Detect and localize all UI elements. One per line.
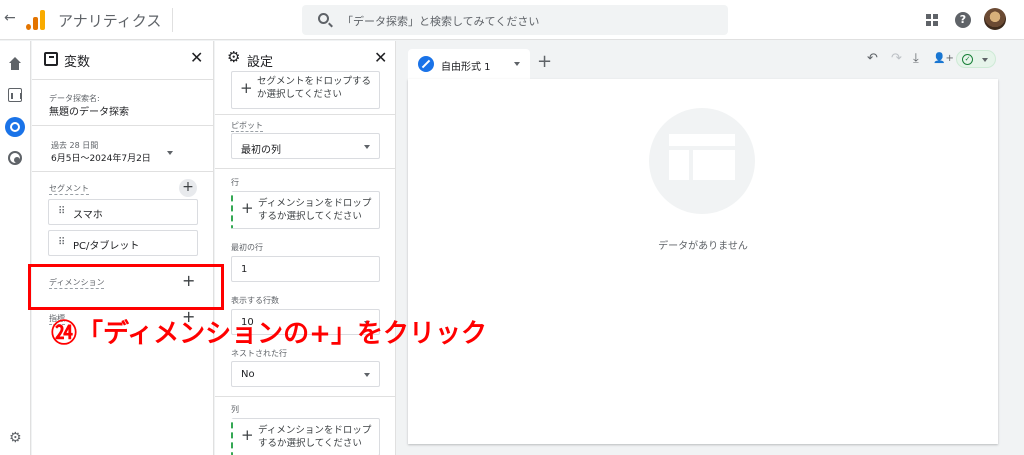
segment-chip[interactable]: ⠿ スマホ	[48, 199, 198, 225]
canvas-area: 自由形式 1 + ↶ ↷ ⤓ 👤+ ✓ データがありません	[397, 41, 1024, 455]
drop-zone-text: ディメンションをドロップするか選択してください	[258, 425, 372, 449]
back-arrow-icon[interactable]: ←	[4, 10, 16, 26]
help-icon[interactable]: ?	[955, 12, 971, 28]
advertising-icon[interactable]	[8, 151, 22, 165]
variables-title: 変数	[64, 55, 91, 70]
columns-drop-zone[interactable]: + ディメンションをドロップするか選択してください	[231, 418, 380, 455]
close-icon[interactable]: ✕	[190, 50, 203, 66]
variables-icon	[44, 52, 58, 66]
tab-freeform-1[interactable]: 自由形式 1	[408, 49, 530, 79]
nested-rows-value: No	[241, 369, 255, 380]
add-tab-button[interactable]: +	[537, 53, 552, 71]
date-range-value: 6月5日～2024年7月2日	[51, 154, 151, 164]
pivot-value: 最初の列	[241, 145, 281, 156]
drop-zone-text: セグメントをドロップするか選択してください	[257, 76, 372, 100]
pencil-icon[interactable]	[418, 56, 434, 72]
tab-label: 自由形式 1	[441, 62, 491, 73]
divider	[215, 114, 396, 115]
rows-label: 行	[231, 178, 239, 187]
chevron-down-icon	[982, 58, 988, 62]
columns-label: 列	[231, 405, 239, 414]
undo-icon[interactable]: ↶	[867, 52, 878, 66]
divider	[215, 168, 396, 169]
first-row-value: 1	[241, 264, 248, 275]
reports-icon[interactable]	[8, 88, 22, 102]
drop-zone-text: ディメンションをドロップするか選択してください	[258, 198, 372, 222]
left-nav: ⚙	[0, 41, 31, 455]
settings-panel: ⚙ 設定 ✕ + セグメントをドロップするか選択してください ピボット 最初の列…	[215, 41, 396, 455]
app-title[interactable]: アナリティクス	[58, 10, 161, 31]
top-bar: ← アナリティクス 「データ探索」と検索してみてください ?	[0, 0, 1024, 40]
close-icon[interactable]: ✕	[374, 50, 387, 66]
plus-icon: +	[241, 426, 254, 444]
download-icon[interactable]: ⤓	[913, 52, 919, 66]
pivot-select[interactable]: 最初の列	[231, 133, 380, 159]
pivot-label: ピボット	[231, 121, 263, 132]
first-row-input[interactable]: 1	[231, 256, 380, 282]
settings-icon: ⚙	[227, 48, 241, 66]
segment-drop-zone[interactable]: + セグメントをドロップするか選択してください	[231, 71, 380, 109]
segments-label: セグメント	[49, 184, 89, 195]
segment-chip[interactable]: ⠿ PC/タブレット	[48, 230, 198, 256]
avatar[interactable]	[984, 8, 1006, 30]
variables-header: 変数 ✕	[32, 41, 213, 79]
date-preset-label: 過去 28 日間	[51, 141, 99, 150]
nested-rows-select[interactable]: No	[231, 361, 380, 387]
analytics-logo-icon[interactable]	[26, 10, 46, 30]
check-icon: ✓	[962, 54, 973, 65]
settings-title: 設定	[247, 55, 274, 70]
home-icon[interactable]	[8, 57, 22, 71]
empty-table-icon	[649, 108, 755, 214]
divider	[32, 125, 214, 126]
add-segment-button[interactable]: +	[179, 179, 197, 197]
apps-icon[interactable]	[926, 14, 938, 26]
highlight-box	[28, 264, 224, 310]
rows-drop-zone[interactable]: + ディメンションをドロップするか選択してください	[231, 191, 380, 229]
variables-panel: 変数 ✕ データ探索名: 無題のデータ探索 過去 28 日間 6月5日～2024…	[32, 41, 214, 455]
share-icon[interactable]: 👤+	[933, 52, 954, 66]
search-icon	[318, 13, 329, 24]
annotation-text: ㉔「ディメンションの+」をクリック	[51, 319, 487, 349]
drag-handle-icon[interactable]: ⠿	[58, 237, 65, 248]
explore-icon[interactable]	[5, 117, 25, 137]
divider	[215, 396, 396, 397]
chevron-down-icon	[167, 151, 173, 155]
title-divider	[172, 8, 173, 32]
plus-icon: +	[240, 79, 253, 97]
plus-icon: +	[241, 199, 254, 217]
segment-label: PC/タブレット	[73, 241, 140, 252]
search-input[interactable]: 「データ探索」と検索してみてください	[302, 5, 728, 35]
exploration-name-field[interactable]: 無題のデータ探索	[49, 103, 129, 118]
rows-shown-label: 表示する行数	[231, 296, 279, 305]
chevron-down-icon	[364, 145, 370, 149]
divider	[32, 171, 214, 172]
redo-icon[interactable]: ↷	[891, 52, 902, 66]
first-row-label: 最初の行	[231, 243, 263, 252]
exploration-canvas: データがありません	[408, 79, 998, 444]
segment-label: スマホ	[73, 210, 103, 221]
empty-message: データがありません	[658, 241, 748, 252]
chevron-down-icon	[364, 373, 370, 377]
gear-icon[interactable]: ⚙	[9, 431, 22, 445]
drag-handle-icon[interactable]: ⠿	[58, 206, 65, 217]
divider	[32, 79, 214, 80]
search-placeholder: 「データ探索」と検索してみてください	[342, 15, 540, 28]
chevron-down-icon[interactable]	[514, 62, 520, 66]
status-menu[interactable]: ✓	[956, 50, 996, 68]
